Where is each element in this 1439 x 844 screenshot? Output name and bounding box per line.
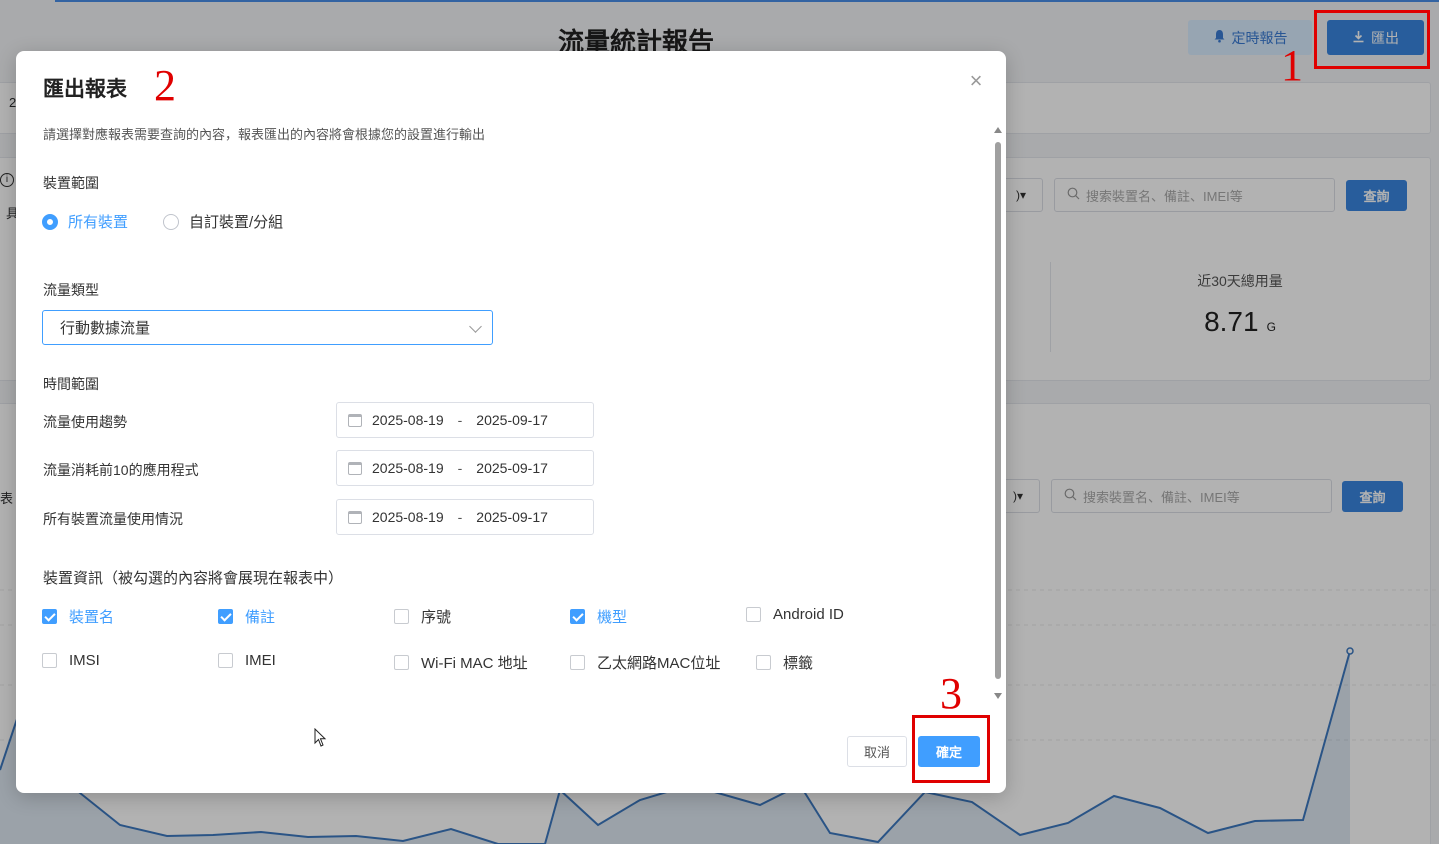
checkbox-box [394, 609, 409, 624]
checkbox-box [394, 655, 409, 670]
date-range-all-devices[interactable]: 2025-08-19 - 2025-09-17 [336, 499, 594, 535]
checkbox-imei[interactable]: IMEI [218, 652, 276, 669]
annotation-number-1: 1 [1281, 41, 1303, 90]
checkbox-ethernet-mac[interactable]: 乙太網路MAC位址 [570, 652, 720, 673]
annotation-number-3: 3 [940, 669, 962, 718]
annotation-box-export [1314, 10, 1430, 69]
checkbox-tags[interactable]: 標籤 [756, 652, 813, 673]
traffic-type-select[interactable]: 行動數據流量 [42, 310, 493, 345]
cursor-arrow-icon [314, 727, 327, 747]
checkbox-serial[interactable]: 序號 [394, 606, 451, 627]
checkbox-box [746, 607, 761, 622]
calendar-icon [348, 413, 362, 427]
cancel-button[interactable]: 取消 [847, 736, 907, 767]
checkbox-imsi[interactable]: IMSI [42, 652, 100, 669]
checkbox-model[interactable]: 機型 [570, 606, 627, 627]
checkbox-wifi-mac[interactable]: Wi-Fi MAC 地址 [394, 652, 528, 673]
device-info-label: 裝置資訊（被勾選的內容將會展現在報表中） [43, 570, 344, 587]
checkbox-box [42, 653, 57, 668]
checkbox-device-name[interactable]: 裝置名 [42, 606, 114, 627]
dialog-title: 匯出報表 [43, 78, 127, 101]
date-range-top-apps[interactable]: 2025-08-19 - 2025-09-17 [336, 450, 594, 486]
checkbox-box [218, 609, 233, 624]
checkbox-box [756, 655, 771, 670]
radio-dot [42, 213, 58, 230]
range-label-all-devices: 所有裝置流量使用情況 [43, 511, 183, 527]
time-range-label: 時間範圍 [43, 376, 99, 392]
close-icon[interactable]: × [966, 70, 986, 92]
checkbox-remark[interactable]: 備註 [218, 606, 275, 627]
annotation-box-confirm [912, 715, 990, 783]
dialog-description: 請選擇對應報表需要查詢的內容，報表匯出的內容將會根據您的設置進行輸出 [43, 127, 486, 142]
radio-custom-devices[interactable]: 自訂裝置/分組 [163, 211, 283, 232]
checkbox-box [570, 609, 585, 624]
range-label-trend: 流量使用趨勢 [43, 414, 127, 430]
checkbox-box [218, 653, 233, 668]
calendar-icon [348, 510, 362, 524]
calendar-icon [348, 461, 362, 475]
annotation-number-2: 2 [154, 61, 176, 110]
date-range-trend[interactable]: 2025-08-19 - 2025-09-17 [336, 402, 594, 438]
scrollbar-thumb[interactable] [995, 142, 1001, 679]
checkbox-android-id[interactable]: Android ID [746, 606, 844, 623]
chevron-down-icon [469, 320, 482, 333]
range-label-top-apps: 流量消耗前10的應用程式 [43, 462, 199, 478]
scroll-down-arrow-icon[interactable] [994, 693, 1002, 699]
dialog-scrollbar[interactable] [993, 127, 1003, 699]
radio-dot [163, 213, 179, 230]
traffic-type-label: 流量類型 [43, 282, 99, 298]
radio-all-devices[interactable]: 所有裝置 [42, 211, 128, 232]
scroll-up-arrow-icon[interactable] [994, 127, 1002, 133]
checkbox-box [42, 609, 57, 624]
export-report-dialog: 匯出報表 × 請選擇對應報表需要查詢的內容，報表匯出的內容將會根據您的設置進行輸… [16, 51, 1006, 793]
device-scope-label: 裝置範圍 [43, 175, 99, 191]
checkbox-box [570, 655, 585, 670]
